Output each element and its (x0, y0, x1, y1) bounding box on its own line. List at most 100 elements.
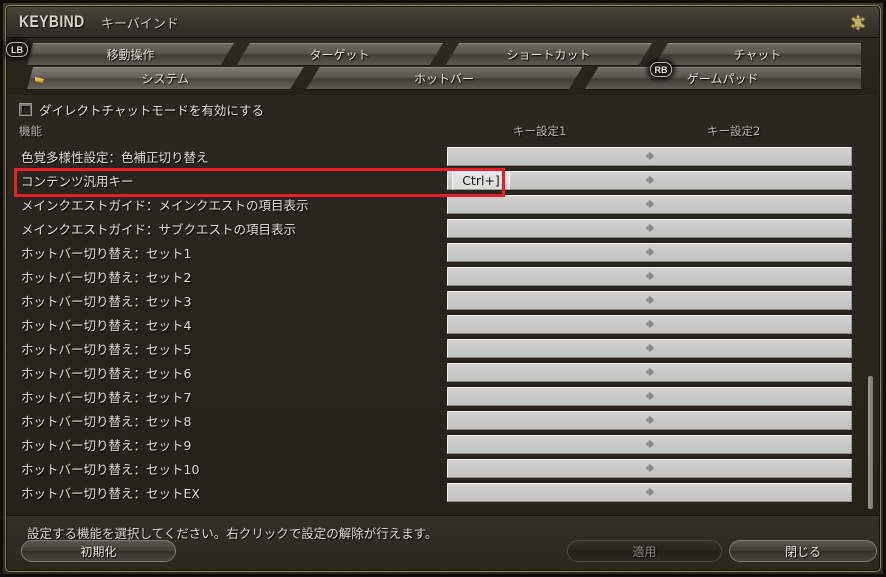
column-divider-diamond-icon (645, 343, 654, 353)
row-function-label: ホットバー切り替え：セット8 (21, 413, 192, 429)
row-function-label: ホットバー切り替え：セット2 (21, 269, 192, 285)
table-row[interactable]: ホットバー切り替え：セット7 (7, 384, 879, 408)
column-divider-diamond-icon (645, 319, 654, 329)
direct-chat-option[interactable]: ダイレクトチャットモードを有効にする (19, 100, 264, 119)
key-binding-field[interactable] (447, 458, 852, 478)
column-divider-diamond-icon (645, 247, 654, 257)
column-divider-diamond-icon (645, 151, 654, 161)
row-function-label: ホットバー切り替え：セット6 (21, 365, 192, 381)
tab-label: チャット (733, 48, 782, 62)
table-row[interactable]: メインクエストガイド：サブクエストの項目表示 (7, 216, 879, 240)
column-header-key1: キー設定1 (513, 124, 567, 138)
table-row[interactable]: ホットバー切り替え：セット5 (7, 336, 879, 360)
tab-row-primary: 移動操作 ターゲット ショートカット チャット (27, 43, 861, 66)
tab-label: 移動操作 (106, 48, 155, 62)
column-divider-diamond-icon (645, 223, 654, 233)
key-binding-field[interactable] (447, 410, 852, 430)
keybind-panel: ダイレクトチャットモードを有効にする 機能 キー設定1 キー設定2 色覚多様性設… (7, 95, 879, 515)
row-function-label: ホットバー切り替え：セットEX (21, 485, 200, 501)
tab-target[interactable]: ターゲット (236, 43, 443, 66)
tab-movement[interactable]: 移動操作 (27, 43, 234, 66)
key-binding-field[interactable] (447, 218, 852, 238)
window-title-en: KEYBIND (19, 12, 85, 31)
key-binding-field[interactable] (447, 266, 852, 286)
table-row[interactable]: 色覚多様性設定：色補正切り替え (7, 144, 879, 168)
key-binding-field[interactable] (447, 194, 852, 214)
table-row[interactable]: ホットバー切り替え：セット10 (7, 456, 879, 480)
column-divider-diamond-icon (645, 439, 654, 449)
row-function-label: ホットバー切り替え：セット5 (21, 341, 192, 357)
column-divider-diamond-icon (645, 295, 654, 305)
column-divider-diamond-icon (645, 175, 654, 185)
assigned-key-value[interactable]: Ctrl+] (452, 170, 510, 190)
key-binding-field[interactable] (447, 242, 852, 262)
table-row[interactable]: ホットバー切り替え：セット2 (7, 264, 879, 288)
tab-hotbar[interactable]: ホットバー (306, 67, 583, 90)
tab-label: ホットバー (414, 72, 475, 86)
direct-chat-label: ダイレクトチャットモードを有効にする (39, 103, 265, 118)
keybind-window: KEYBIND キーバインド 移動操作 ターゲット ショートカット チャット シ… (0, 0, 886, 577)
row-function-label: ホットバー切り替え：セット9 (21, 437, 192, 453)
row-function-label: 色覚多様性設定：色補正切り替え (21, 149, 209, 165)
table-row[interactable]: ホットバー切り替え：セット3 (7, 288, 879, 312)
tab-row-secondary: システム ホットバー ゲームパッド (27, 67, 862, 90)
left-bumper-badge[interactable]: LB (6, 42, 28, 57)
tab-system[interactable]: システム (27, 67, 304, 90)
key-binding-field[interactable] (447, 338, 852, 358)
tab-gamepad[interactable]: ゲームパッド (584, 67, 862, 90)
key-binding-field[interactable] (447, 146, 852, 166)
column-divider-diamond-icon (645, 463, 654, 473)
key-binding-field[interactable] (447, 386, 852, 406)
tab-chat[interactable]: チャット (654, 43, 861, 66)
row-function-label: ホットバー切り替え：セット7 (21, 389, 192, 405)
key-binding-field[interactable] (447, 482, 852, 502)
right-bumper-badge[interactable]: RB (650, 62, 672, 77)
row-function-label: ホットバー切り替え：セット1 (21, 245, 192, 261)
column-divider-diamond-icon (645, 271, 654, 281)
apply-button[interactable]: 適用 (567, 540, 722, 562)
table-row[interactable]: コンテンツ汎用キー Ctrl+] (7, 168, 879, 192)
close-button[interactable]: 閉じる (729, 540, 877, 562)
column-header-function: 機能 (19, 124, 42, 138)
column-headers: 機能 キー設定1 キー設定2 (7, 123, 879, 140)
key-binding-field[interactable] (447, 362, 852, 382)
table-row[interactable]: ホットバー切り替え：セット4 (7, 312, 879, 336)
list-scrollbar[interactable] (865, 144, 876, 511)
tab-label: ゲームパッド (686, 72, 759, 86)
footer-bar: 設定する機能を選択してください。右クリックで設定の解除が行えます。 初期化 適用… (7, 515, 879, 570)
key-binding-field[interactable] (447, 434, 852, 454)
table-row[interactable]: ホットバー切り替え：セット6 (7, 360, 879, 384)
row-function-label: ホットバー切り替え：セット10 (21, 461, 200, 477)
table-row[interactable]: ホットバー切り替え：セット8 (7, 408, 879, 432)
keybind-row-list[interactable]: 色覚多様性設定：色補正切り替え コンテンツ汎用キー Ctrl+] メインクエストガイド… (7, 144, 879, 515)
row-function-label: メインクエストガイド：サブクエストの項目表示 (21, 221, 297, 237)
column-divider-diamond-icon (645, 391, 654, 401)
row-function-label: メインクエストガイド：メインクエストの項目表示 (21, 197, 309, 213)
column-divider-diamond-icon (645, 199, 654, 209)
row-function-label: コンテンツ汎用キー (21, 173, 134, 189)
row-function-label: ホットバー切り替え：セット4 (21, 317, 192, 333)
tab-shortcut[interactable]: ショートカット (445, 43, 652, 66)
table-row[interactable]: ホットバー切り替え：セット9 (7, 432, 879, 456)
tab-label: ショートカット (506, 48, 591, 62)
column-header-key2: キー設定2 (707, 124, 761, 138)
active-tab-marker-icon (35, 77, 44, 83)
title-bar[interactable]: KEYBIND キーバインド (7, 7, 879, 38)
tab-strip: 移動操作 ターゲット ショートカット チャット システム ホットバー ゲームパッ… (7, 38, 879, 95)
reset-button[interactable]: 初期化 (21, 540, 176, 562)
column-divider-diamond-icon (645, 487, 654, 497)
column-divider-diamond-icon (645, 415, 654, 425)
window-title-jp: キーバインド (101, 16, 179, 32)
key-binding-field[interactable] (447, 290, 852, 310)
row-function-label: ホットバー切り替え：セット3 (21, 293, 192, 309)
tab-label: システム (141, 72, 190, 86)
direct-chat-checkbox[interactable] (19, 103, 32, 116)
table-row[interactable]: ホットバー切り替え：セットEX (7, 480, 879, 504)
scrollbar-thumb[interactable] (868, 376, 873, 509)
tab-label: ターゲット (309, 48, 370, 62)
key-binding-field[interactable] (447, 314, 852, 334)
table-row[interactable]: メインクエストガイド：メインクエストの項目表示 (7, 192, 879, 216)
resize-handle-icon[interactable] (847, 12, 869, 34)
table-row[interactable]: ホットバー切り替え：セット1 (7, 240, 879, 264)
column-divider-diamond-icon (645, 367, 654, 377)
